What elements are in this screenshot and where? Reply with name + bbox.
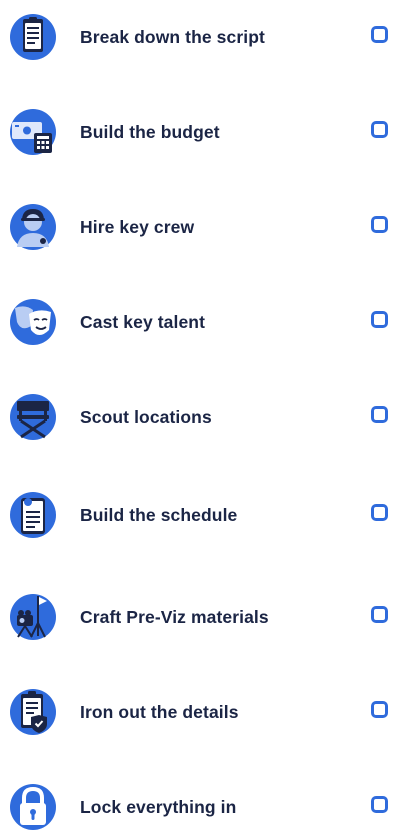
checklist-item-build-schedule[interactable]: Build the schedule <box>0 485 397 545</box>
checklist-checkbox[interactable] <box>371 701 388 718</box>
production-checklist: Break down the script Build the budget H… <box>0 0 397 833</box>
schedule-document-icon <box>9 491 57 539</box>
checklist-checkbox[interactable] <box>371 504 388 521</box>
camera-tripod-icon <box>9 593 57 641</box>
checklist-checkbox[interactable] <box>371 216 388 233</box>
budget-calculator-icon <box>9 108 57 156</box>
checklist-item-lock-everything[interactable]: Lock everything in <box>0 777 397 837</box>
checklist-item-craft-previz[interactable]: Craft Pre-Viz materials <box>0 587 397 647</box>
checklist-checkbox[interactable] <box>371 311 388 328</box>
checklist-checkbox[interactable] <box>371 606 388 623</box>
checklist-item-iron-out-details[interactable]: Iron out the details <box>0 682 397 742</box>
checklist-item-scout-locations[interactable]: Scout locations <box>0 387 397 447</box>
checklist-checkbox[interactable] <box>371 406 388 423</box>
checklist-item-label: Build the schedule <box>80 505 238 525</box>
checklist-item-label: Lock everything in <box>80 797 237 817</box>
script-clipboard-icon <box>9 13 57 61</box>
checklist-item-label: Cast key talent <box>80 312 206 332</box>
checklist-checkbox[interactable] <box>371 26 388 43</box>
checklist-item-cast-talent[interactable]: Cast key talent <box>0 292 397 352</box>
director-chair-icon <box>9 393 57 441</box>
checklist-item-label: Iron out the details <box>80 702 239 722</box>
checklist-item-build-budget[interactable]: Build the budget <box>0 102 397 162</box>
checklist-item-label: Scout locations <box>80 407 212 427</box>
checklist-item-break-down-script[interactable]: Break down the script <box>0 7 397 67</box>
checklist-checkbox[interactable] <box>371 121 388 138</box>
checklist-item-label: Hire key crew <box>80 217 195 237</box>
details-clipboard-shield-icon <box>9 688 57 736</box>
padlock-icon <box>9 783 57 831</box>
checklist-checkbox[interactable] <box>371 796 388 813</box>
checklist-item-label: Craft Pre-Viz materials <box>80 607 269 627</box>
checklist-item-label: Build the budget <box>80 122 220 142</box>
checklist-item-label: Break down the script <box>80 27 265 47</box>
checklist-item-hire-crew[interactable]: Hire key crew <box>0 197 397 257</box>
crew-person-icon <box>9 203 57 251</box>
theater-masks-icon <box>9 298 57 346</box>
